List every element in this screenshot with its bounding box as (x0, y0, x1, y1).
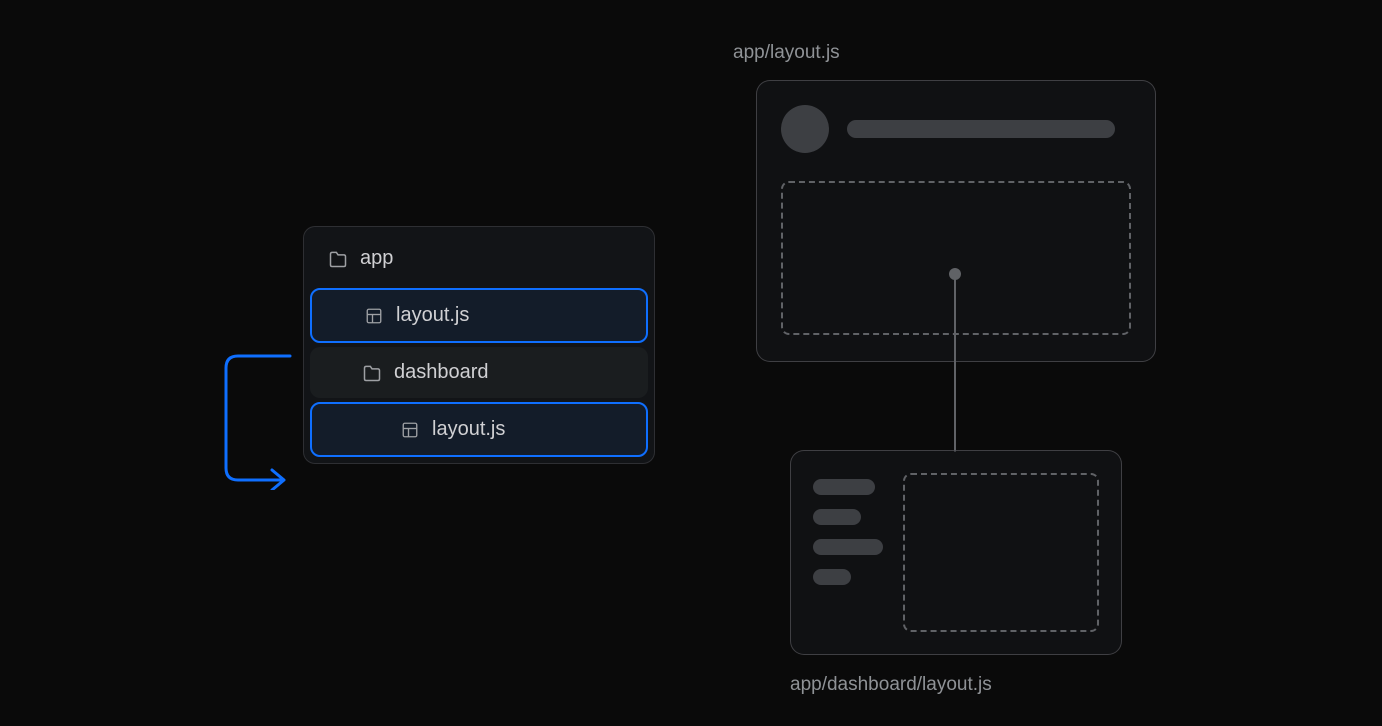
avatar-placeholder (781, 105, 829, 153)
file-tree-panel: app layout.js dashboard layout.j (303, 226, 655, 464)
tree-folder-dashboard: dashboard (310, 347, 648, 398)
title-bar-placeholder (847, 120, 1115, 138)
children-slot (781, 181, 1131, 335)
sidebar-placeholder (813, 473, 883, 632)
tree-file-layout-dashboard: layout.js (310, 402, 648, 457)
folder-icon (328, 249, 348, 269)
children-slot (903, 473, 1099, 632)
tree-connector-arrow (220, 350, 300, 490)
app-layout-path-label: app/layout.js (733, 42, 840, 64)
dashboard-layout-card (790, 450, 1122, 655)
tree-file-label: layout.js (396, 304, 469, 327)
sidebar-item-placeholder (813, 569, 851, 585)
app-layout-card (756, 80, 1156, 362)
dashboard-layout-path-label: app/dashboard/layout.js (790, 674, 992, 696)
sidebar-item-placeholder (813, 539, 883, 555)
layout-file-icon (364, 306, 384, 326)
folder-icon (362, 363, 382, 383)
tree-file-label: layout.js (432, 418, 505, 441)
layout-file-icon (400, 420, 420, 440)
tree-root-folder: app (310, 233, 648, 284)
sidebar-item-placeholder (813, 509, 861, 525)
connector-line (954, 272, 956, 452)
tree-root-label: app (360, 247, 393, 270)
tree-file-layout-root: layout.js (310, 288, 648, 343)
sidebar-item-placeholder (813, 479, 875, 495)
tree-folder-label: dashboard (394, 361, 489, 384)
app-layout-header (781, 105, 1131, 153)
